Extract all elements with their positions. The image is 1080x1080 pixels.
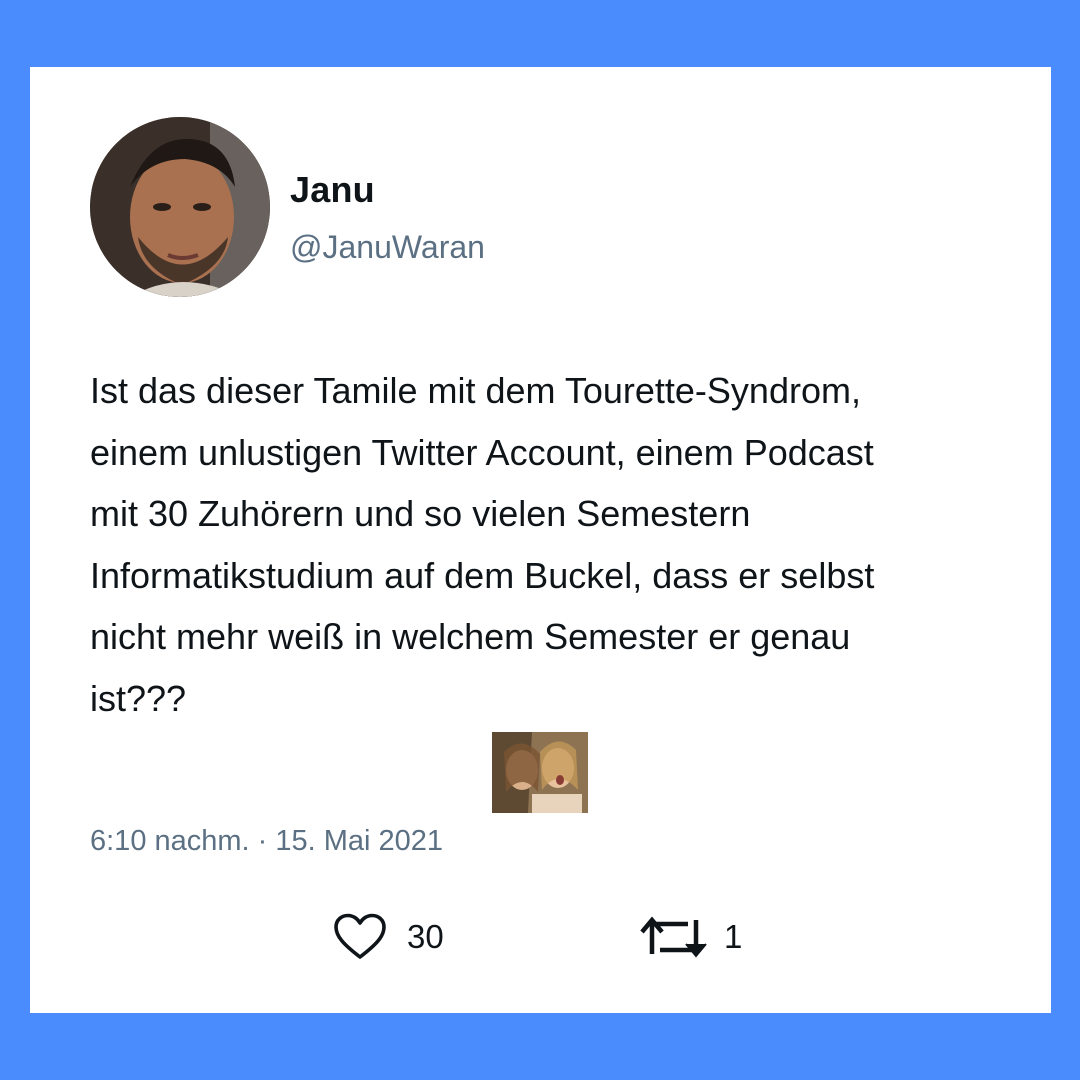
like-count: 30 (407, 918, 444, 955)
tweet-timestamp[interactable]: 6:10 nachm. · 15. Mai 2021 (90, 825, 443, 858)
display-name[interactable]: Janu (290, 169, 375, 211)
media-image (492, 732, 588, 813)
tweet-media-thumbnail[interactable] (492, 732, 588, 813)
retweet-icon[interactable] (640, 914, 708, 960)
like-action[interactable]: 30 (333, 912, 444, 962)
heart-outline-icon[interactable] (333, 913, 387, 961)
tweet-text: Ist das dieser Tamile mit dem Tourette-S… (90, 370, 875, 719)
avatar-photo (90, 117, 270, 297)
retweet-count: 1 (724, 918, 743, 955)
retweet-action[interactable]: 1 (640, 912, 742, 962)
user-handle[interactable]: @JanuWaran (290, 229, 485, 266)
avatar[interactable] (90, 117, 270, 297)
tweet-card: Janu @JanuWaran Ist das dieser Tamile mi… (30, 67, 1051, 1013)
